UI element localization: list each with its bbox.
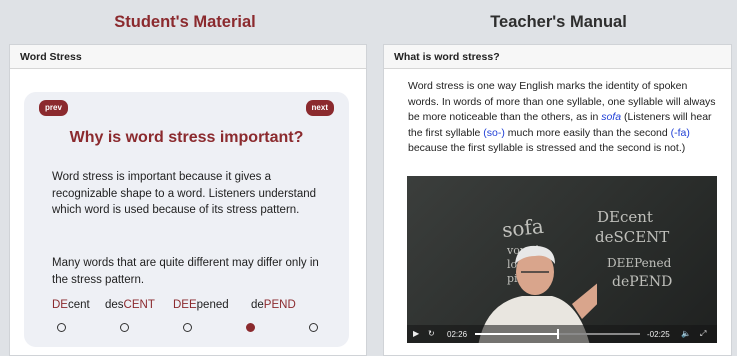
- card-title: Why is word stress important?: [69, 129, 304, 146]
- example-word-deepened: DEEpened: [173, 299, 229, 311]
- student-panel: Word Stress prev next Why is word stress…: [9, 44, 367, 356]
- pagination-dot[interactable]: [183, 323, 192, 332]
- card-paragraph-1: Word stress is important because it give…: [52, 171, 317, 216]
- example-word-decent: DEcent: [52, 299, 90, 311]
- teacher-panel: What is word stress? Word stress is one …: [383, 44, 732, 356]
- video-scrubber[interactable]: [475, 329, 640, 339]
- replay-icon[interactable]: ↻: [428, 329, 435, 338]
- student-panel-header: Word Stress: [10, 45, 366, 69]
- pagination-dot[interactable]: [120, 323, 129, 332]
- manual-paragraph: Word stress is one way English marks the…: [408, 80, 716, 154]
- teacher-panel-header: What is word stress?: [384, 45, 731, 69]
- example-word-descent: desCENT: [105, 299, 155, 311]
- lesson-card: prev next Why is word stress important? …: [24, 92, 349, 347]
- pagination-dot[interactable]: [246, 323, 255, 332]
- slide-pagination: [24, 323, 349, 335]
- next-button[interactable]: next: [305, 100, 334, 116]
- example-word-sofa: sofa: [601, 111, 622, 123]
- time-remaining: -02:25: [647, 330, 670, 339]
- pagination-dot[interactable]: [57, 323, 66, 332]
- video-controls: ▶ ↻ 02:26 -02:25 🔈 ⤢: [407, 325, 717, 343]
- chalk-word: dePEND: [612, 274, 673, 290]
- prev-button[interactable]: prev: [39, 100, 68, 116]
- card-paragraph-2: Many words that are quite different may …: [52, 257, 319, 286]
- teachers-manual-title: Teacher's Manual: [490, 13, 627, 31]
- chalk-word: DEEPened: [607, 256, 672, 270]
- syllable-fa: (-fa): [670, 126, 690, 139]
- chalk-word: deSCENT: [595, 228, 670, 246]
- pagination-dot[interactable]: [309, 323, 318, 332]
- volume-icon[interactable]: 🔈: [681, 329, 691, 338]
- scrubber-handle[interactable]: [556, 329, 559, 339]
- fullscreen-icon[interactable]: ⤢: [700, 329, 706, 339]
- example-word-depend: dePEND: [251, 299, 296, 311]
- students-material-title: Student's Material: [114, 13, 256, 31]
- chalkboard-frame: sofa vowel longer pitch DEcent deSCENT D…: [407, 176, 717, 343]
- video-player[interactable]: sofa vowel longer pitch DEcent deSCENT D…: [407, 176, 717, 343]
- play-icon[interactable]: ▶: [413, 329, 419, 338]
- chalk-word: DEcent: [597, 208, 653, 226]
- syllable-so: (so-): [483, 126, 505, 139]
- time-elapsed: 02:26: [447, 330, 468, 339]
